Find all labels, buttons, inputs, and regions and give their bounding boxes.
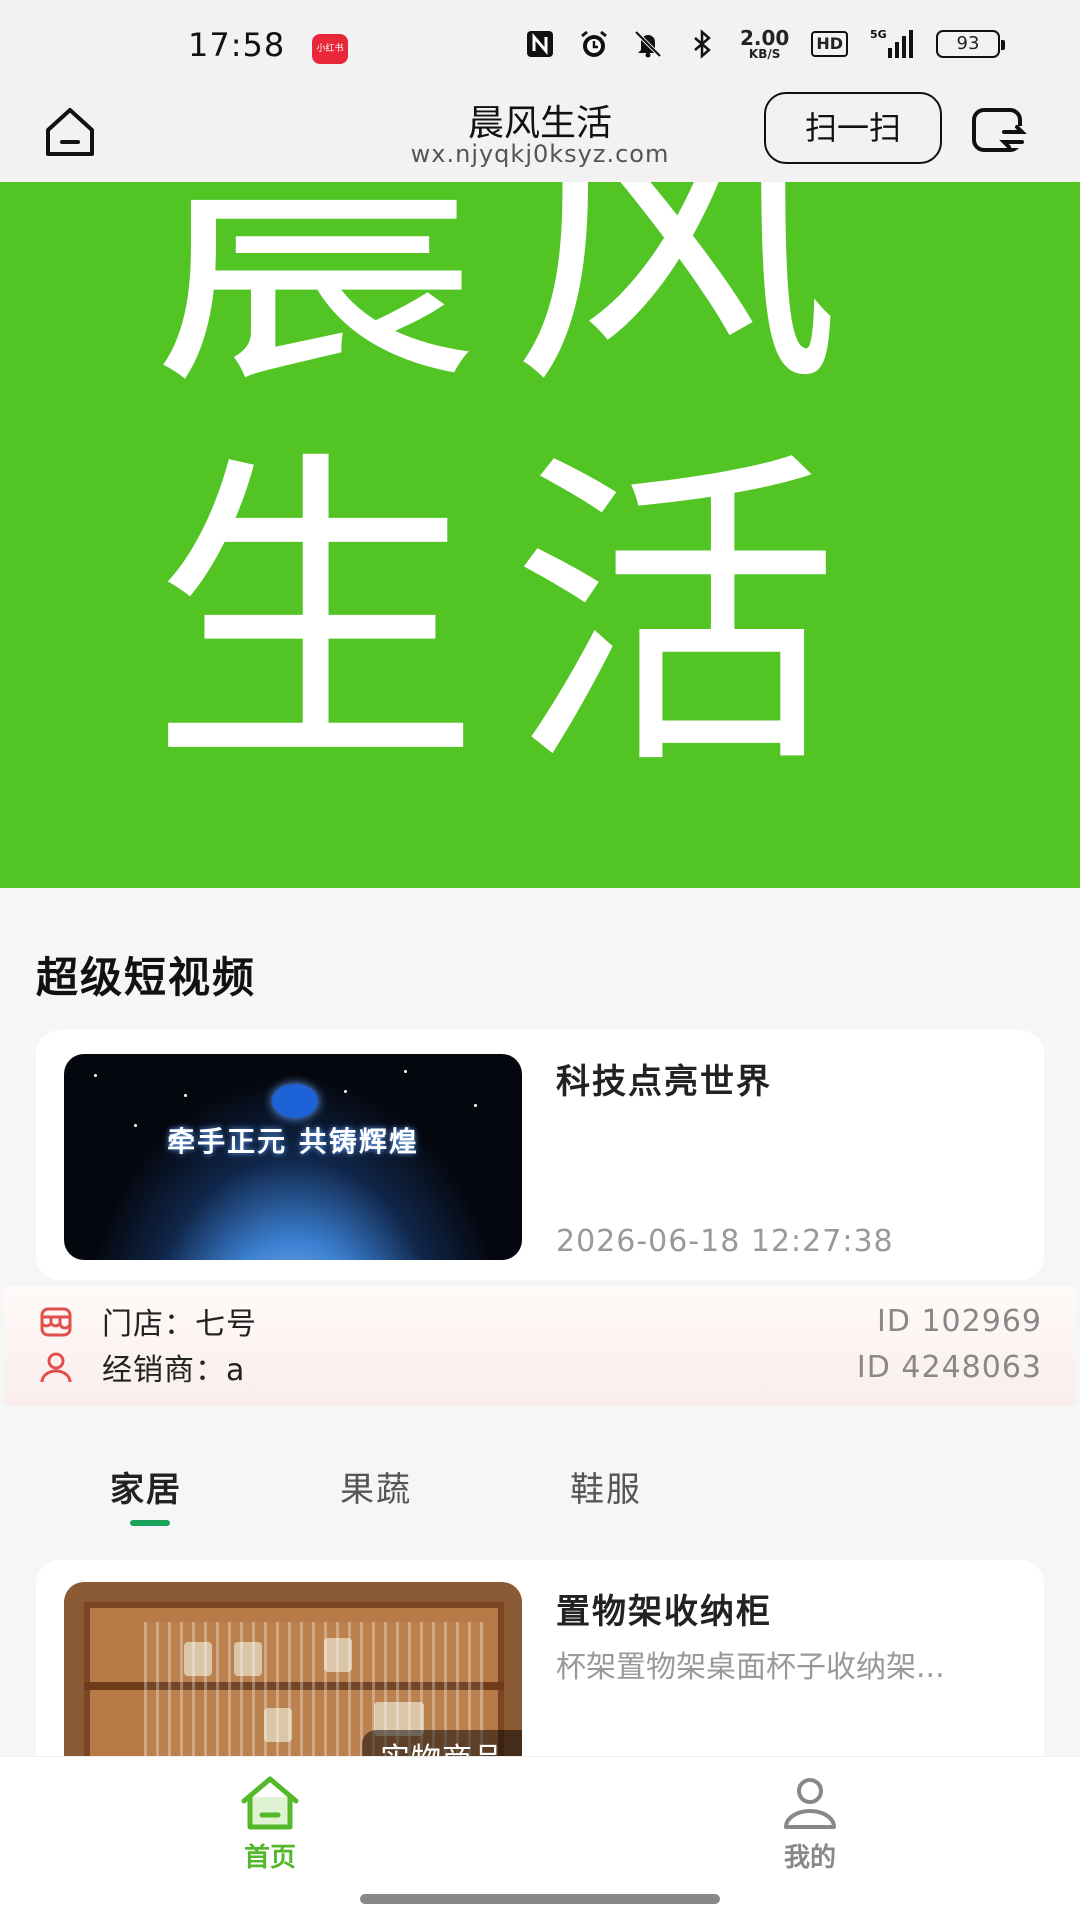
scan-button[interactable]: 扫一扫 — [764, 92, 942, 164]
tabbar-item-home[interactable]: 首页 — [190, 1775, 350, 1874]
company-logo-icon — [272, 1084, 318, 1118]
video-title: 科技点亮世界 — [556, 1062, 772, 1102]
nfc-icon — [526, 31, 553, 57]
product-description: 杯架置物架桌面杯子收纳架... — [556, 1650, 945, 1685]
home-icon[interactable] — [40, 102, 100, 162]
user-icon — [784, 1778, 836, 1829]
banner-text-line1: 晨风 — [150, 182, 870, 429]
store-id: ID 102969 — [876, 1303, 1042, 1339]
tabbar-label-mine: 我的 — [783, 1843, 836, 1873]
svg-text:5G: 5G — [870, 28, 887, 41]
dealer-name: 经销商：a — [102, 1353, 246, 1388]
status-time: 17:58 — [188, 26, 286, 64]
store-info: 门店：七号 ID 102969 经销商：a ID 4248063 — [4, 1286, 1076, 1406]
video-timestamp: 2026-06-18 12:27:38 — [556, 1224, 894, 1259]
network-speed: 2.00 KB/S — [739, 26, 790, 61]
dealer-id: ID 4248063 — [856, 1349, 1042, 1385]
store-icon — [40, 1307, 72, 1337]
battery-icon: 93 — [936, 30, 1005, 58]
tab-shoes-clothing[interactable]: 鞋服 — [570, 1462, 642, 1511]
banner-text-line2: 生活 — [150, 425, 870, 809]
tabbar-label-home: 首页 — [243, 1843, 296, 1873]
page-title: 晨风生活 — [467, 103, 612, 144]
mute-icon — [634, 30, 662, 58]
tab-home-goods[interactable]: 家居 — [110, 1462, 182, 1511]
person-icon — [40, 1352, 72, 1383]
home-icon — [241, 1776, 299, 1830]
bluetooth-icon — [694, 29, 711, 59]
product-title: 置物架收纳柜 — [556, 1592, 772, 1632]
tabbar-item-mine[interactable]: 我的 — [730, 1775, 890, 1874]
page-url: wx.njyqkj0ksyz.com — [410, 140, 670, 168]
store-row: 门店：七号 ID 102969 — [38, 1298, 1042, 1344]
tab-fruits-vegetables[interactable]: 果蔬 — [340, 1462, 412, 1511]
switch-icon[interactable] — [970, 104, 1030, 156]
nav-bar: 晨风生活 wx.njyqkj0ksyz.com 扫一扫 — [0, 92, 1080, 182]
product-image[interactable]: 实物商品 — [64, 1582, 522, 1782]
thumbnail-caption: 牵手正元 共铸辉煌 — [167, 1125, 419, 1158]
xiaohongshu-app-icon: 小红书 — [312, 34, 348, 64]
alarm-icon — [581, 30, 607, 57]
banner[interactable]: 晨风 生活 — [0, 182, 1080, 888]
signal-icon: 5G — [870, 28, 913, 58]
video-thumbnail[interactable]: 牵手正元 共铸辉煌 — [64, 1054, 522, 1260]
status-bar: 17:58 小红书 2.00 KB/S HD 5G 93 — [0, 0, 1080, 92]
home-indicator[interactable] — [360, 1894, 720, 1904]
hd-badge: HD — [811, 31, 848, 57]
dealer-row: 经销商：a ID 4248063 — [38, 1344, 1042, 1390]
section-title: 超级短视频 — [36, 953, 257, 1002]
category-tabs: 家居 果蔬 鞋服 — [0, 1454, 1080, 1534]
video-card[interactable]: 牵手正元 共铸辉煌 科技点亮世界 2026-06-18 12:27:38 — [36, 1030, 1044, 1280]
status-icons: 2.00 KB/S HD 5G 93 — [524, 26, 1005, 61]
active-tab-indicator — [130, 1520, 170, 1526]
store-name: 门店：七号 — [102, 1307, 257, 1342]
